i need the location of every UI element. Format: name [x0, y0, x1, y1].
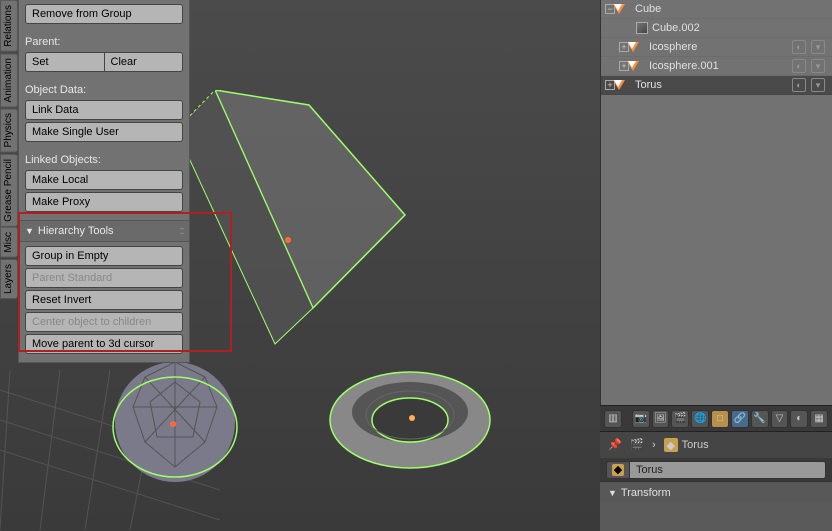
object-icon	[618, 2, 632, 16]
make-single-user-button[interactable]: Make Single User	[25, 122, 183, 142]
parent-clear-button[interactable]: Clear	[104, 52, 184, 72]
outliner-row-torus[interactable]: + Torus ◐▾	[601, 76, 832, 95]
remove-from-group-button[interactable]: Remove from Group	[25, 4, 183, 24]
object-name-input[interactable]	[630, 461, 826, 479]
context-texture-icon[interactable]: ▦	[810, 410, 828, 428]
object-name-row: ◆	[600, 458, 832, 481]
context-render-icon[interactable]: 📷	[632, 410, 650, 428]
tool-tab-strip: Relations Animation Physics Grease Penci…	[0, 0, 18, 360]
tab-relations[interactable]: Relations	[0, 0, 18, 52]
parent-set-button[interactable]: Set	[25, 52, 104, 72]
breadcrumb-object[interactable]: ◆ Torus	[664, 438, 709, 452]
datablock-menu-icon[interactable]: ◆	[606, 461, 630, 479]
outliner[interactable]: − Cube Cube.002 + Icosphere ◐▾ + Icosphe…	[600, 0, 832, 405]
context-modifiers-icon[interactable]: 🔧	[751, 410, 769, 428]
restrict-view-icon[interactable]: ◐	[792, 40, 806, 54]
properties-breadcrumb: 📌 🎬 › ◆ Torus	[600, 432, 832, 458]
object-icon: ◆	[664, 438, 678, 452]
icosphere-object[interactable]	[105, 352, 245, 492]
outliner-row-icosphere[interactable]: + Icosphere ◐▾	[601, 38, 832, 57]
scene-icon: 🎬	[630, 438, 644, 452]
outliner-label: Cube.002	[652, 22, 700, 34]
properties-header: ▥ 📷 🖼 🎬 🌐 □ 🔗 🔧 ▽ ◐ ▦	[600, 405, 832, 432]
outliner-label: Cube	[635, 3, 661, 15]
chevron-down-icon: ▼	[608, 488, 617, 498]
restrict-view-icon[interactable]: ◐	[792, 78, 806, 92]
context-scene-icon[interactable]: 🎬	[671, 410, 689, 428]
move-parent-to-cursor-button[interactable]: Move parent to 3d cursor	[25, 334, 183, 354]
outliner-row-cube-mesh[interactable]: Cube.002	[601, 19, 832, 38]
outliner-label: Icosphere	[649, 41, 697, 53]
restrict-select-icon[interactable]: ▾	[811, 78, 825, 92]
mesh-icon	[635, 21, 649, 35]
center-object-to-children-button[interactable]: Center object to children	[25, 312, 183, 332]
object-icon	[632, 40, 646, 54]
hierarchy-tools-body: Group in Empty Parent Standard Reset Inv…	[19, 242, 189, 362]
panel-grip-icon[interactable]: ::::	[179, 225, 183, 237]
object-icon	[632, 59, 646, 73]
hierarchy-tools-title: Hierarchy Tools	[38, 225, 114, 237]
outliner-label: Icosphere.001	[649, 60, 719, 72]
context-data-icon[interactable]: ▽	[771, 410, 789, 428]
hierarchy-tools-header[interactable]: ▼ Hierarchy Tools ::::	[19, 220, 189, 242]
restrict-select-icon[interactable]: ▾	[811, 40, 825, 54]
tab-animation[interactable]: Animation	[0, 53, 18, 107]
group-in-empty-button[interactable]: Group in Empty	[25, 246, 183, 266]
pin-icon[interactable]: 📌	[608, 438, 622, 452]
outliner-label: Torus	[635, 79, 662, 91]
link-data-button[interactable]: Link Data	[25, 100, 183, 120]
breadcrumb-object-label: Torus	[682, 439, 709, 451]
object-data-label: Object Data:	[25, 84, 183, 96]
tab-layers[interactable]: Layers	[0, 259, 18, 299]
context-world-icon[interactable]: 🌐	[691, 410, 709, 428]
object-icon	[618, 78, 632, 92]
context-layers-icon[interactable]: 🖼	[652, 410, 670, 428]
context-material-icon[interactable]: ◐	[790, 410, 808, 428]
reset-invert-button[interactable]: Reset Invert	[25, 290, 183, 310]
torus-object[interactable]	[320, 360, 500, 480]
outliner-row-cube[interactable]: − Cube	[601, 0, 832, 19]
3d-viewport[interactable]: Relations Animation Physics Grease Penci…	[0, 0, 600, 531]
tab-grease-pencil[interactable]: Grease Pencil	[0, 154, 18, 227]
transform-panel-header[interactable]: ▼ Transform	[600, 481, 832, 503]
tab-misc[interactable]: Misc	[0, 227, 18, 258]
context-constraints-icon[interactable]: 🔗	[731, 410, 749, 428]
transform-label: Transform	[621, 487, 671, 499]
tool-shelf: Remove from Group Parent: Set Clear Obje…	[18, 0, 190, 363]
parent-label: Parent:	[25, 36, 183, 48]
context-object-icon[interactable]: □	[711, 410, 729, 428]
restrict-select-icon[interactable]: ▾	[811, 59, 825, 73]
chevron-down-icon: ▼	[25, 226, 34, 236]
restrict-view-icon[interactable]: ◐	[792, 59, 806, 73]
make-local-button[interactable]: Make Local	[25, 170, 183, 190]
outliner-row-icosphere-001[interactable]: + Icosphere.001 ◐▾	[601, 57, 832, 76]
parent-standard-button[interactable]: Parent Standard	[25, 268, 183, 288]
cube-object[interactable]	[175, 90, 415, 380]
linked-objects-label: Linked Objects:	[25, 154, 183, 166]
breadcrumb-sep: ›	[652, 439, 656, 451]
editor-type-icon[interactable]: ▥	[604, 410, 622, 428]
tab-physics[interactable]: Physics	[0, 108, 18, 152]
make-proxy-button[interactable]: Make Proxy	[25, 192, 183, 212]
